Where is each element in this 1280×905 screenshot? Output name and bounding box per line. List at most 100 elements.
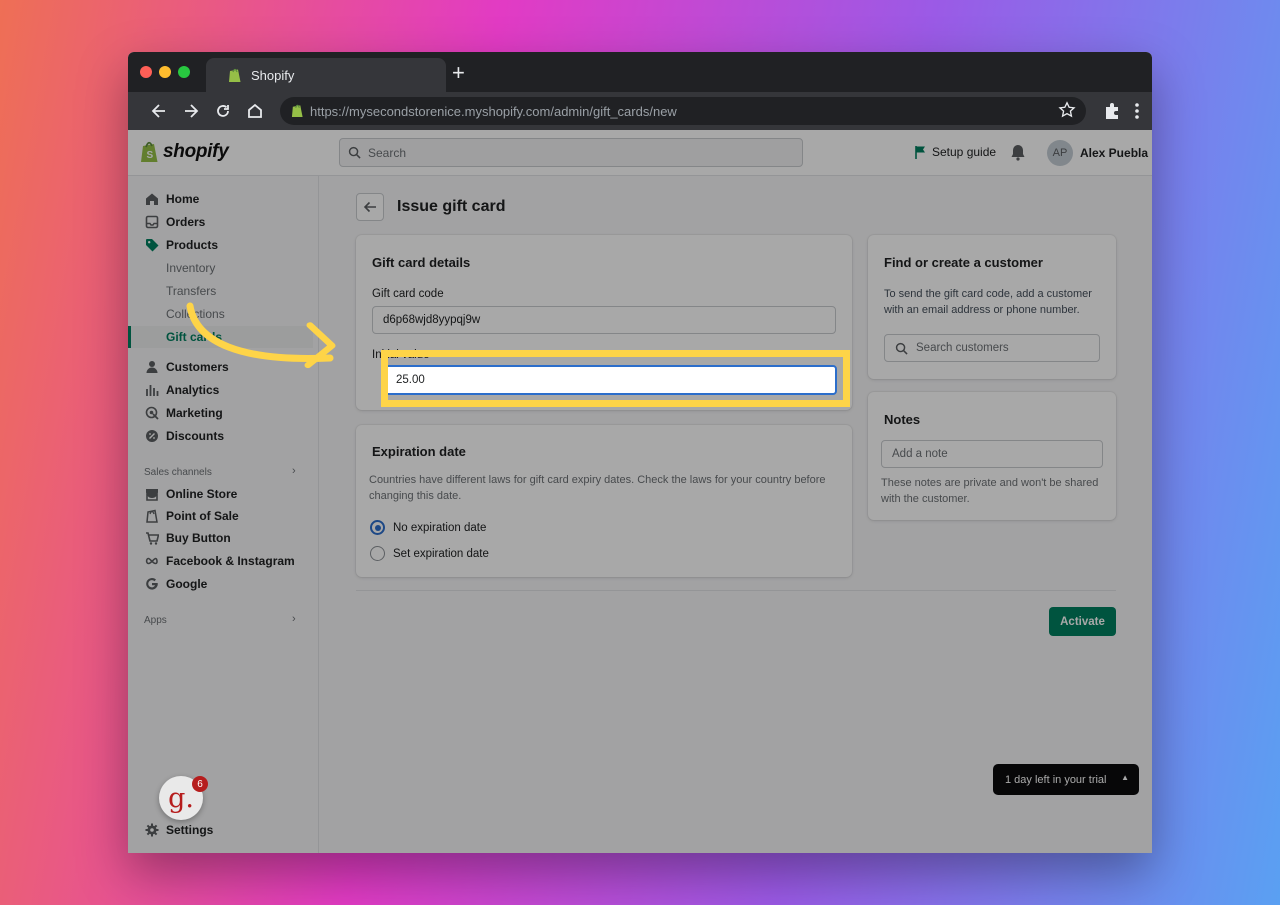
close-window-button[interactable] — [140, 66, 152, 78]
sidebar-item-label: Marketing — [166, 406, 223, 420]
store-icon — [146, 489, 158, 501]
trial-banner[interactable]: 1 day left in your trial ▲ — [993, 764, 1139, 795]
customer-card: Find or create a customer To send the gi… — [868, 235, 1116, 379]
divider — [356, 590, 1116, 591]
reload-icon[interactable] — [213, 101, 233, 121]
sidebar-item-label: Point of Sale — [166, 509, 239, 523]
sidebar-item-google[interactable]: Google — [128, 573, 319, 595]
forward-arrow-icon[interactable] — [181, 101, 201, 121]
search-customers-input[interactable]: Search customers — [884, 334, 1100, 362]
person-icon — [146, 361, 158, 373]
activate-button[interactable]: Activate — [1049, 607, 1116, 636]
radio-unselected-icon — [370, 546, 385, 561]
sidebar-item-marketing[interactable]: Marketing — [128, 402, 319, 424]
minimize-window-button[interactable] — [159, 66, 171, 78]
sidebar-item-orders[interactable]: Orders — [128, 211, 319, 233]
sidebar-item-label: Facebook & Instagram — [166, 554, 295, 568]
arrow-left-icon — [363, 201, 376, 213]
discount-icon — [146, 430, 158, 442]
trial-banner-text: 1 day left in your trial — [1005, 773, 1107, 786]
buy-button-icon — [146, 532, 159, 545]
notes-help-text: These notes are private and won't be sha… — [881, 477, 1099, 505]
tag-icon — [146, 239, 159, 252]
set-expiration-radio[interactable]: Set expiration date — [370, 546, 489, 561]
browser-tab[interactable]: Shopify — [206, 58, 446, 92]
bookmark-star-icon[interactable] — [1058, 101, 1076, 119]
sidebar-item-buy-button[interactable]: Buy Button — [128, 527, 319, 549]
sidebar-item-label: Online Store — [166, 487, 238, 501]
home-browser-icon[interactable] — [245, 101, 265, 121]
sidebar-item-label: Google — [166, 577, 208, 591]
gift-card-code-input[interactable]: d6p68wjd8yypqj9w — [372, 306, 836, 334]
site-favicon-icon — [291, 104, 303, 117]
sidebar-item-label: Products — [166, 238, 219, 252]
notification-count-badge: 6 — [192, 776, 208, 792]
user-name[interactable]: Alex Puebla — [1080, 146, 1148, 160]
sales-channels-heading: Sales channels — [144, 467, 212, 478]
expiration-date-card: Expiration date Countries have different… — [356, 425, 852, 577]
browser-toolbar: https://mysecondstorenice.myshopify.com/… — [128, 92, 1152, 130]
sales-channels-chevron-icon[interactable]: › — [292, 465, 296, 477]
card-title: Expiration date — [372, 444, 466, 459]
card-title: Notes — [884, 412, 921, 427]
sidebar-item-online-store[interactable]: Online Store — [128, 483, 319, 505]
target-icon — [145, 406, 159, 420]
sidebar-item-label: Buy Button — [166, 531, 231, 545]
shopify-logo[interactable]: S shopify — [140, 140, 229, 163]
page-title: Issue gift card — [397, 198, 506, 215]
avatar[interactable]: AP — [1047, 140, 1073, 166]
sidebar-item-facebook-instagram[interactable]: Facebook & Instagram — [128, 550, 319, 572]
tab-title: Shopify — [251, 67, 295, 83]
sidebar-item-label: Inventory — [166, 261, 216, 275]
sidebar-item-products[interactable]: Products — [128, 234, 319, 256]
card-title: Find or create a customer — [884, 255, 1043, 270]
address-url: https://mysecondstorenice.myshopify.com/… — [310, 103, 677, 119]
notes-card: Notes Add a note These notes are private… — [868, 392, 1116, 520]
sidebar-item-inventory[interactable]: Inventory — [128, 257, 319, 279]
notifications-bell-icon[interactable] — [1010, 144, 1026, 161]
extensions-puzzle-icon[interactable] — [1102, 101, 1122, 121]
apps-chevron-icon[interactable]: › — [292, 613, 296, 625]
sidebar-item-label: Home — [166, 192, 200, 206]
caret-up-icon: ▲ — [1121, 773, 1129, 782]
expiration-help-text: Countries have different laws for gift c… — [369, 474, 826, 502]
card-title: Gift card details — [372, 255, 471, 270]
sidebar-item-point-of-sale[interactable]: Point of Sale — [128, 505, 319, 527]
notes-input[interactable]: Add a note — [881, 440, 1103, 468]
search-icon — [895, 342, 908, 355]
sidebar: Home Orders Products Inventory Transfers… — [128, 176, 319, 853]
svg-text:S: S — [147, 150, 154, 161]
sidebar-item-label: Orders — [166, 215, 206, 229]
logo-wordmark: shopify — [163, 140, 229, 162]
admin-search-input[interactable]: Search — [339, 138, 803, 167]
google-icon — [146, 578, 158, 590]
active-indicator — [128, 326, 131, 348]
sidebar-item-transfers[interactable]: Transfers — [128, 280, 319, 302]
back-button[interactable] — [356, 193, 384, 221]
sidebar-item-home[interactable]: Home — [128, 188, 319, 210]
sidebar-item-label: Settings — [166, 823, 214, 837]
main-content: Issue gift card Gift card details Gift c… — [319, 176, 1152, 853]
sidebar-item-settings[interactable]: Settings — [128, 819, 319, 841]
radio-label: No expiration date — [393, 521, 487, 534]
address-bar[interactable]: https://mysecondstorenice.myshopify.com/… — [280, 97, 1086, 125]
radio-label: Set expiration date — [393, 547, 489, 560]
sidebar-item-label: Discounts — [166, 429, 225, 443]
new-tab-button[interactable]: + — [452, 62, 465, 84]
shopify-favicon-icon — [229, 68, 241, 82]
browser-tab-bar: Shopify + — [128, 52, 1152, 92]
home-icon — [146, 193, 158, 205]
infinity-icon — [145, 557, 158, 565]
back-arrow-icon[interactable] — [149, 101, 169, 121]
search-placeholder: Search — [368, 145, 407, 160]
sidebar-item-discounts[interactable]: Discounts — [128, 425, 319, 447]
no-expiration-radio[interactable]: No expiration date — [370, 520, 486, 535]
admin-topbar: S shopify Search Setup guide AP Alex Pue… — [128, 130, 1152, 176]
radio-selected-icon — [370, 520, 385, 535]
browser-menu-icon[interactable] — [1127, 101, 1147, 121]
pos-icon — [146, 509, 158, 523]
setup-guide-link[interactable]: Setup guide — [914, 145, 996, 159]
sidebar-item-analytics[interactable]: Analytics — [128, 379, 319, 401]
maximize-window-button[interactable] — [178, 66, 190, 78]
flag-icon — [915, 146, 925, 159]
